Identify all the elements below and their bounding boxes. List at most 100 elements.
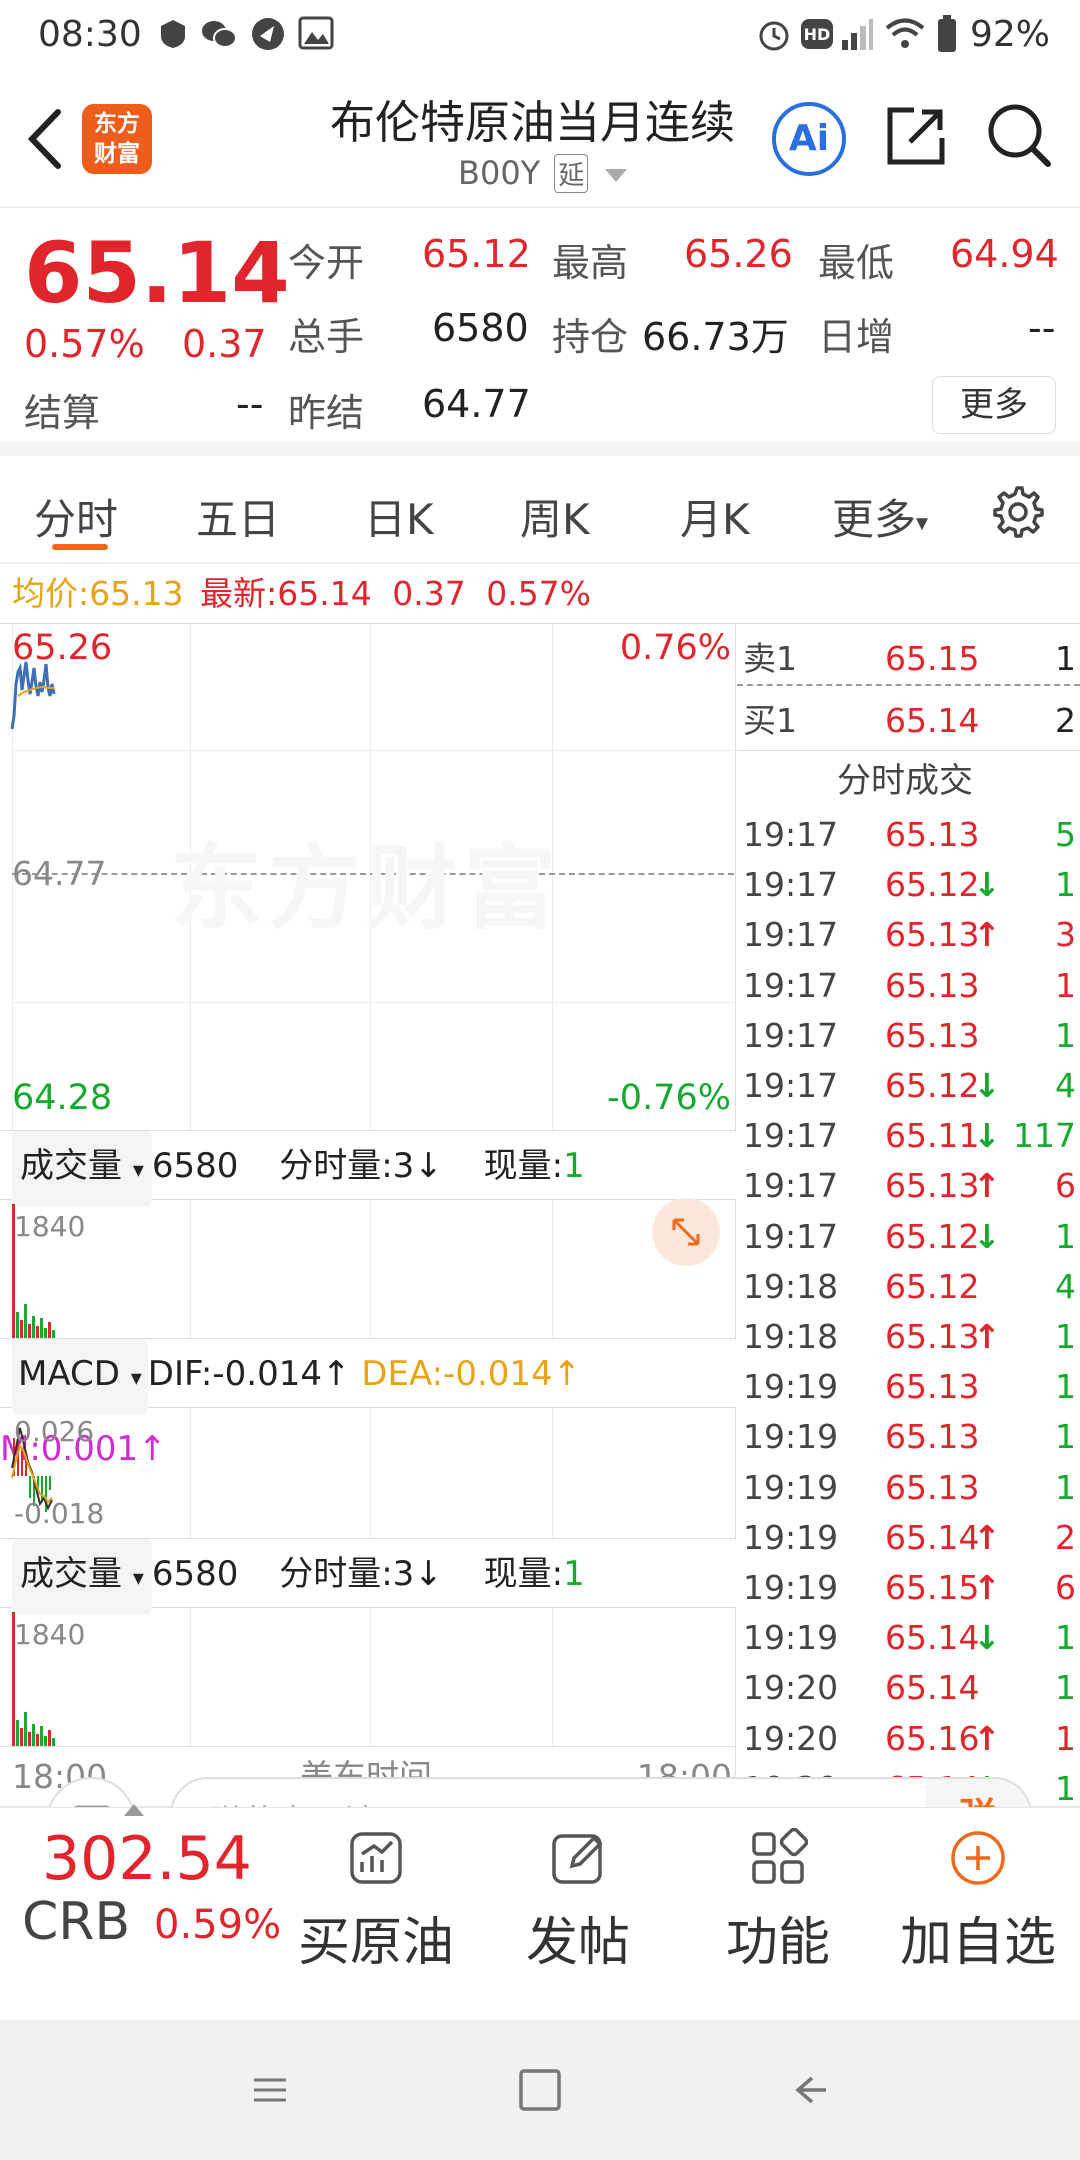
trade-time: 19:19 — [743, 1618, 839, 1658]
tab-monthly-k[interactable]: 月K — [680, 486, 750, 547]
share-icon[interactable] — [884, 104, 948, 172]
down-arrow-icon: ↓ — [973, 865, 1001, 905]
contract-code[interactable]: B00Y 延 — [458, 154, 627, 193]
macd-top: 0.026 — [14, 1415, 95, 1448]
latest-label: 最新: — [200, 574, 278, 613]
buy-oil-button[interactable]: 买原油 — [286, 1828, 466, 1975]
macd-chart — [11, 1427, 53, 1512]
more-button[interactable]: 更多 — [932, 376, 1056, 434]
low-label: 最低 — [818, 241, 895, 285]
down-arrow-icon: ↓ — [973, 1066, 1001, 1105]
expand-button[interactable] — [652, 1198, 720, 1266]
up-arrow-icon: ↑ — [973, 1317, 1001, 1356]
tab-daily-k[interactable]: 日K — [364, 486, 434, 547]
add-watchlist-button[interactable]: 加自选 — [888, 1828, 1068, 1975]
trade-row: 19:17 65.13 1 — [737, 961, 1080, 1011]
back-icon[interactable] — [22, 106, 66, 176]
edit-icon — [552, 1834, 603, 1884]
status-bar: 08:30 HD 92% — [0, 0, 1080, 72]
trade-row: 19:20 65.16 ↑ 1 — [737, 1714, 1080, 1764]
wifi-icon — [884, 16, 926, 61]
trade-time: 19:20 — [743, 1718, 839, 1758]
trade-time: 19:17 — [743, 1116, 839, 1156]
tab-five-day[interactable]: 五日 — [196, 486, 280, 547]
delay-badge: 延 — [554, 154, 589, 193]
volume-total: 6580 — [151, 1146, 239, 1186]
caret-down-icon: ▾ — [916, 508, 929, 537]
current-volume-label: 现量: — [483, 1554, 564, 1594]
logo-text: 东方 — [94, 111, 140, 137]
trade-row: 19:19 65.13 1 — [737, 1463, 1080, 1513]
settle-label: 结算 — [24, 391, 101, 435]
trade-price: 65.13 — [885, 915, 980, 955]
trade-price: 65.14 — [885, 1668, 980, 1708]
up-arrow-icon: ↑ — [973, 1517, 1001, 1557]
sell-1-row: 卖1 65.15 1 — [737, 634, 1080, 684]
buy-oil-label: 买原油 — [297, 1913, 454, 1973]
post-button[interactable]: 发帖 — [488, 1828, 668, 1975]
app-logo: 东方 财富 — [82, 104, 152, 174]
system-nav-bar — [0, 2020, 1080, 2160]
trade-price: 65.13 — [885, 1015, 980, 1055]
buy-label: 买1 — [743, 701, 797, 740]
bird-icon — [250, 16, 286, 61]
current-volume-label: 现量: — [483, 1146, 564, 1186]
trade-qty: 117 — [1013, 1116, 1076, 1156]
home-icon[interactable] — [518, 2068, 562, 2116]
change-percent: 0.57% — [24, 322, 145, 366]
tab-intraday[interactable]: 分时 — [34, 486, 118, 547]
trade-time: 19:17 — [743, 1066, 839, 1105]
volume-panel-header: 成交量 ▾ 6580 分时量:3↓ 现量:1 — [0, 1130, 736, 1206]
trade-qty: 1 — [1055, 965, 1076, 1005]
shield-icon — [158, 18, 188, 50]
trade-price: 65.14 — [885, 1618, 980, 1658]
trade-qty: 1 — [1055, 1367, 1076, 1407]
avg-label: 均价: — [12, 574, 90, 613]
code-text: B00Y — [458, 154, 541, 192]
ai-button[interactable]: Ai — [772, 102, 846, 176]
caret-down-icon: ▾ — [132, 1566, 144, 1591]
chart-area[interactable]: 东方财富 65.26 0.76% 64.77 64.28 -0.76% 成交量 … — [0, 624, 736, 1806]
battery-percent: 92% — [970, 14, 1051, 55]
prev-settle-value: 64.77 — [422, 382, 531, 426]
trade-time: 19:18 — [743, 1266, 839, 1306]
battery-icon — [936, 14, 958, 63]
svg-text:HD: HD — [804, 25, 831, 44]
recent-apps-icon[interactable] — [250, 2070, 290, 2114]
caret-down-icon: ▾ — [130, 1366, 142, 1391]
wechat-icon — [200, 18, 238, 59]
trade-price: 65.12 — [885, 1216, 980, 1256]
crb-value[interactable]: 302.54 — [42, 1824, 252, 1894]
chevron-down-icon — [604, 168, 627, 182]
tab-more[interactable]: 更多▾ — [832, 486, 928, 547]
tab-weekly-k[interactable]: 周K — [520, 486, 590, 547]
latest-change: 0.37 — [392, 574, 466, 613]
gear-icon[interactable] — [990, 484, 1044, 542]
functions-button[interactable]: 功能 — [688, 1827, 868, 1975]
buy-price: 65.14 — [885, 701, 980, 740]
trade-price: 65.13 — [885, 1417, 980, 1457]
expand-icon — [672, 1218, 700, 1246]
trade-qty: 1 — [1055, 1317, 1076, 1356]
apps-icon — [752, 1827, 809, 1884]
trades-title: 分时成交 — [837, 761, 973, 801]
volume-label: 总手 — [288, 315, 365, 359]
hd-icon: HD — [800, 18, 834, 59]
current-volume: 1 — [563, 1146, 585, 1186]
trade-qty: 2 — [1055, 1517, 1076, 1557]
trade-price: 65.13 — [885, 1467, 980, 1507]
trade-time: 19:19 — [743, 1467, 839, 1507]
bottom-toolbar: 弹幕走一波 弹 302.54 CRB 0.59% 买原油 发帖 功能 加自选 — [0, 1777, 1080, 2021]
trade-price: 65.13 — [885, 1317, 980, 1356]
trade-row: 19:17 65.13 5 — [737, 810, 1080, 860]
alarm-icon — [756, 16, 792, 61]
trade-time: 19:19 — [743, 1568, 839, 1607]
trade-row: 19:19 65.13 1 — [737, 1362, 1080, 1412]
tab-more-label: 更多 — [832, 495, 917, 544]
back-nav-icon[interactable] — [790, 2070, 830, 2114]
trade-row: 19:19 65.13 1 — [737, 1412, 1080, 1462]
caret-down-icon: ▾ — [132, 1158, 144, 1183]
search-icon[interactable] — [986, 102, 1052, 172]
trade-qty: 6 — [1055, 1166, 1076, 1206]
trade-qty: 1 — [1055, 1718, 1076, 1758]
